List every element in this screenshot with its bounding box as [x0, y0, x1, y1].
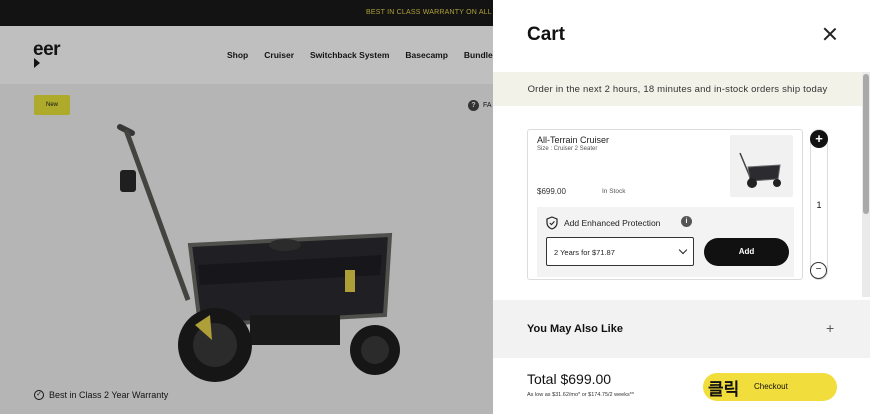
checkout-label: Checkout: [754, 382, 788, 391]
item-thumbnail[interactable]: [730, 135, 793, 197]
item-price: $699.00: [537, 187, 566, 196]
increase-quantity-button[interactable]: +: [810, 130, 828, 148]
also-like-title: You May Also Like: [527, 323, 623, 335]
item-size: Size : Cruiser 2 Seater: [537, 146, 598, 152]
shield-icon: [546, 216, 558, 230]
cart-drawer: Cart Order in the next 2 hours, 18 minut…: [493, 0, 870, 414]
info-icon[interactable]: i: [681, 216, 692, 227]
chevron-down-icon: [678, 245, 688, 255]
item-stock: In Stock: [602, 188, 626, 195]
protection-label: Add Enhanced Protection: [564, 218, 661, 228]
protection-box: Add Enhanced Protection i 2 Years for $7…: [537, 207, 794, 277]
expand-plus-icon[interactable]: +: [826, 320, 834, 336]
protection-plan-select[interactable]: 2 Years for $71.87: [546, 237, 694, 266]
checkout-button[interactable]: 클릭 Checkout: [703, 373, 837, 401]
item-name[interactable]: All-Terrain Cruiser: [537, 135, 609, 145]
drawer-scrollbar[interactable]: [862, 72, 870, 297]
selected-plan: 2 Years for $71.87: [554, 248, 615, 257]
installment-note: As low as $31.62/mo* or $174.75/2 weeks*…: [527, 392, 635, 398]
close-icon[interactable]: [822, 26, 838, 42]
scroll-thumb[interactable]: [863, 74, 869, 214]
cart-item: All-Terrain Cruiser Size : Cruiser 2 Sea…: [527, 129, 803, 280]
cart-total: Total $699.00: [527, 371, 612, 387]
click-overlay-text: 클릭: [708, 380, 740, 400]
shipping-banner: Order in the next 2 hours, 18 minutes an…: [493, 72, 862, 106]
also-like-section[interactable]: You May Also Like +: [493, 300, 870, 358]
quantity-stepper: + 1 −: [810, 129, 828, 280]
add-protection-button[interactable]: Add: [704, 238, 789, 266]
cart-title: Cart: [527, 24, 566, 45]
quantity-value: 1: [816, 200, 822, 210]
decrease-quantity-button[interactable]: −: [810, 262, 827, 279]
